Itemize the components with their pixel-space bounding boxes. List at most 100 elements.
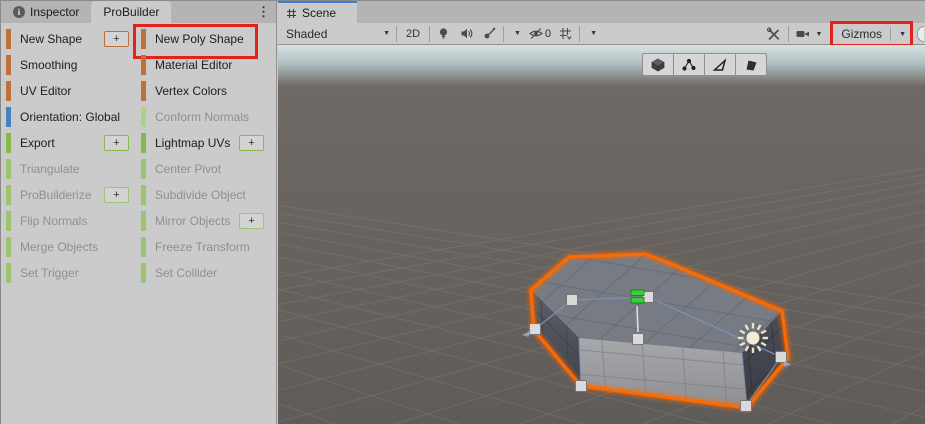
scene-visibility-button[interactable]: 0 <box>525 26 554 41</box>
unity-editor-window: i Inspector ProBuilder ⋮ New Shape+ New … <box>0 0 925 424</box>
camera-icon <box>795 27 811 41</box>
gizmos-label: Gizmos <box>841 27 882 41</box>
pb-button-orientation[interactable]: Orientation: Global <box>4 106 136 128</box>
face-mode-button[interactable] <box>735 53 767 76</box>
pb-button-label: Set Collider <box>155 266 217 280</box>
speaker-icon <box>459 26 474 41</box>
pb-button-label: Subdivide Object <box>155 188 246 202</box>
pb-button-subdivide-object[interactable]: Subdivide Object <box>139 184 271 206</box>
color-bar <box>6 29 11 49</box>
pb-button-label: Export <box>20 136 55 150</box>
pb-button-flip-normals[interactable]: Flip Normals <box>4 210 136 232</box>
pb-button-probuilderize[interactable]: ProBuilderize + <box>4 184 136 206</box>
separator <box>396 26 397 42</box>
scene-panel: Scene Shaded ▼ 2D ▼ 0 <box>278 1 925 424</box>
pb-button-lightmap-uvs[interactable]: Lightmap UVs+ <box>139 132 271 154</box>
scene-lighting-button[interactable] <box>432 25 455 43</box>
probuilder-panel: i Inspector ProBuilder ⋮ New Shape+ New … <box>1 1 277 424</box>
pb-button-label: Freeze Transform <box>155 240 250 254</box>
plus-button[interactable]: + <box>104 187 129 203</box>
shading-mode-label: Shaded <box>286 27 327 41</box>
height-handle-stem <box>637 306 638 332</box>
scene-tabbar: Scene <box>278 1 925 23</box>
separator <box>788 26 789 42</box>
color-bar <box>6 211 11 231</box>
tab-probuilder-label: ProBuilder <box>103 5 159 19</box>
color-bar <box>6 133 11 153</box>
gizmos-dropdown[interactable]: Gizmos ▼ <box>830 21 913 47</box>
pb-button-mirror-objects[interactable]: Mirror Objects+ <box>139 210 271 232</box>
chevron-down-icon: ▼ <box>590 30 597 37</box>
pb-button-center-pivot[interactable]: Center Pivot <box>139 158 271 180</box>
plus-button[interactable]: + <box>104 135 129 151</box>
object-mode-button[interactable] <box>642 53 674 76</box>
color-bar <box>141 185 146 205</box>
scene-effects-button[interactable] <box>478 25 501 43</box>
color-bar <box>141 81 146 101</box>
snap-grid-icon <box>558 26 573 41</box>
effects-icon <box>482 26 497 41</box>
pb-button-label: Set Trigger <box>20 266 79 280</box>
tools-icon <box>766 27 782 42</box>
tab-inspector[interactable]: i Inspector <box>1 1 91 23</box>
pb-button-label: Vertex Colors <box>155 84 227 98</box>
kebab-menu-icon[interactable]: ⋮ <box>257 3 270 21</box>
color-bar <box>6 159 11 179</box>
pb-button-uv-editor[interactable]: UV Editor <box>4 80 136 102</box>
pb-button-label: Material Editor <box>155 58 232 72</box>
scene-search-input[interactable] <box>917 26 924 42</box>
object-mode-icon <box>650 57 666 73</box>
pb-button-label: Flip Normals <box>20 214 87 228</box>
scene-audio-button[interactable] <box>455 25 478 43</box>
pb-button-merge-objects[interactable]: Merge Objects <box>4 236 136 258</box>
pb-button-conform-normals[interactable]: Conform Normals <box>139 106 271 128</box>
pb-button-smoothing[interactable]: Smoothing <box>4 54 136 76</box>
pb-button-label: UV Editor <box>20 84 71 98</box>
pb-button-label: Merge Objects <box>20 240 98 254</box>
lightbulb-icon <box>436 26 451 41</box>
grid-snap-button[interactable] <box>554 25 577 43</box>
pb-button-label: Smoothing <box>20 58 77 72</box>
pb-button-new-shape[interactable]: New Shape+ <box>4 28 136 50</box>
scene-viewport[interactable] <box>278 45 925 424</box>
plus-button[interactable]: + <box>239 135 264 151</box>
toggle-2d-button[interactable]: 2D <box>399 25 427 43</box>
tab-scene[interactable]: Scene <box>278 1 357 23</box>
pb-button-freeze-transform[interactable]: Freeze Transform <box>139 236 271 258</box>
plus-button[interactable]: + <box>104 31 129 47</box>
left-tabbar: i Inspector ProBuilder ⋮ <box>1 1 276 23</box>
color-bar <box>6 55 11 75</box>
chevron-down-icon: ▼ <box>815 31 822 38</box>
pb-button-triangulate[interactable]: Triangulate <box>4 158 136 180</box>
separator <box>429 26 430 42</box>
color-bar <box>141 107 146 127</box>
edge-mode-button[interactable] <box>704 53 736 76</box>
edge-mode-icon <box>712 57 728 73</box>
toggle-2d-label: 2D <box>406 28 420 40</box>
pb-button-label: Center Pivot <box>155 162 221 176</box>
pb-button-label: ProBuilderize <box>20 188 91 202</box>
pb-button-new-poly-shape[interactable]: New Poly Shape <box>139 28 271 50</box>
pb-button-set-trigger[interactable]: Set Trigger <box>4 262 136 284</box>
vertex-mode-button[interactable] <box>673 53 705 76</box>
pb-button-vertex-colors[interactable]: Vertex Colors <box>139 80 271 102</box>
face-mode-icon <box>743 57 759 73</box>
shading-mode-dropdown[interactable]: Shaded ▼ <box>282 25 394 43</box>
vertex-mode-icon <box>681 57 697 73</box>
color-bar <box>6 237 11 257</box>
grid-snap-dropdown[interactable]: ▼ <box>582 25 601 43</box>
pb-button-material-editor[interactable]: Material Editor <box>139 54 271 76</box>
separator <box>503 26 504 42</box>
pb-button-set-collider[interactable]: Set Collider <box>139 262 271 284</box>
scene-camera-button[interactable]: ▼ <box>791 25 826 43</box>
pb-button-export[interactable]: Export + <box>4 132 136 154</box>
pb-button-label: Orientation: Global <box>20 110 120 124</box>
color-bar <box>6 81 11 101</box>
effects-dropdown[interactable]: ▼ <box>506 25 525 43</box>
plus-button[interactable]: + <box>239 213 264 229</box>
color-bar <box>6 107 11 127</box>
chevron-down-icon: ▼ <box>899 31 906 38</box>
scene-tools-button[interactable] <box>762 25 786 43</box>
color-bar <box>6 185 11 205</box>
tab-probuilder[interactable]: ProBuilder <box>91 1 171 23</box>
